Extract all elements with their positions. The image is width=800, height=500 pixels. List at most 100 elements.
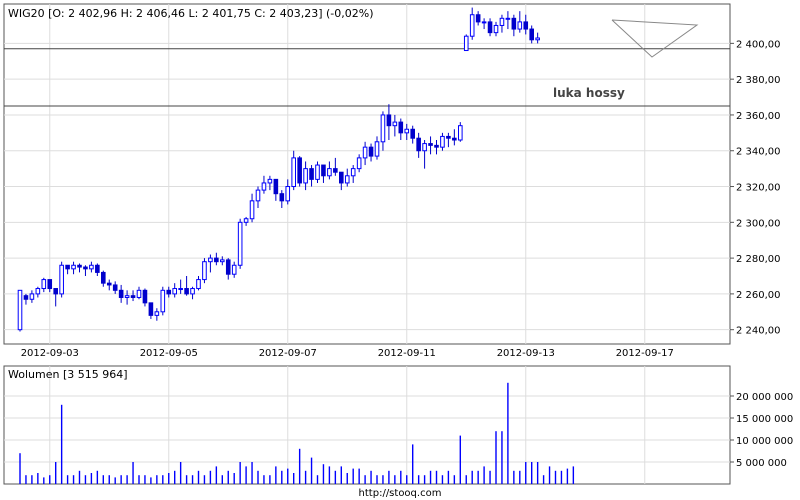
candle-up [493, 24, 499, 34]
candle-up [160, 289, 166, 313]
x-tick-label: 2012-09-11 [378, 348, 436, 359]
candle-down [333, 168, 338, 173]
candle-down [279, 193, 285, 202]
volume-tick-label: 5 000 000 [736, 458, 787, 469]
candle-up [71, 264, 76, 270]
candle-up [404, 128, 410, 134]
candle-down [434, 144, 439, 148]
volume-panel-frame [3, 365, 731, 485]
candle-down [225, 259, 231, 275]
candle-down [452, 137, 457, 141]
candle-up [303, 168, 308, 184]
candle-down [47, 279, 53, 290]
price-tick-label: 2 400,00 [736, 39, 781, 50]
x-tick-label: 2012-09-03 [21, 348, 79, 359]
candle-down [416, 137, 421, 152]
chart-canvas: 2 240,00 2 260,00 2 280,00 2 300,00 2 320,00… [3, 3, 793, 499]
candle-down [23, 295, 29, 300]
candle-up [374, 141, 380, 157]
candle-up [356, 157, 362, 170]
candle-up [362, 146, 368, 159]
candle-down [142, 289, 148, 304]
volume-y-tick-labels: 5 000 000 10 000 000 15 000 000 20 000 000 [736, 392, 793, 469]
footer-link[interactable]: http://stooq.com [359, 488, 442, 499]
candle-up [422, 143, 427, 152]
candle-up [458, 125, 463, 141]
candle-down [273, 178, 279, 195]
candle-up [136, 289, 142, 298]
candle-down [148, 302, 154, 316]
candle-down [410, 128, 415, 139]
candle-up [17, 289, 23, 331]
candle-up [380, 114, 386, 143]
candle-up [202, 261, 207, 281]
stooq-chart-widget: 2 240,00 2 260,00 2 280,00 2 300,00 2 320,00… [0, 0, 800, 500]
quote-header: WIG20 [O: 2 402,96 H: 2 406,46 L: 2 401,… [8, 7, 374, 20]
candle-up [196, 279, 201, 290]
candle-up [481, 21, 487, 24]
candle-up [291, 157, 296, 188]
x-tick-labels: 2012-09-03 2012-09-05 2012-09-07 2012-09-11… [21, 348, 674, 359]
gap-annotation: luka hossy [553, 86, 625, 100]
candle-down [475, 14, 481, 23]
candle-down [83, 266, 88, 270]
price-tick-label: 2 380,00 [736, 75, 781, 86]
candle-up [231, 264, 237, 275]
price-tick-label: 2 340,00 [736, 147, 781, 158]
candle-up [59, 264, 64, 295]
candle-up [243, 218, 249, 223]
candle-up [89, 264, 94, 270]
candle-down [65, 264, 70, 270]
candle-down [95, 264, 100, 273]
candle-down [428, 143, 433, 146]
price-tick-label: 2 360,00 [736, 111, 781, 122]
candle-up [315, 164, 320, 180]
volume-tick-label: 15 000 000 [736, 414, 793, 425]
volume-tick-label: 10 000 000 [736, 436, 793, 447]
candle-down [511, 17, 517, 30]
candle-down [118, 289, 124, 298]
candle-up [327, 168, 332, 177]
candle-down [77, 264, 82, 268]
x-tick-label: 2012-09-05 [140, 348, 198, 359]
candle-down [53, 288, 59, 295]
candle-up [505, 17, 511, 20]
x-tick-label: 2012-09-17 [616, 348, 674, 359]
candle-up [172, 288, 177, 295]
price-y-tick-labels: 2 240,00 2 260,00 2 280,00 2 300,00 2 320,00… [736, 39, 781, 336]
candle-up [469, 14, 475, 37]
x-tick-label: 2012-09-13 [497, 348, 555, 359]
candle-up [190, 288, 195, 295]
candle-up [499, 17, 505, 26]
candle-up [517, 21, 523, 30]
candle-down [529, 28, 535, 41]
x-tick-label: 2012-09-07 [259, 348, 317, 359]
candle-down [523, 21, 529, 30]
candle-down [321, 164, 326, 177]
candle-up [267, 178, 273, 184]
candle-up [285, 186, 291, 202]
candle-down [398, 121, 404, 134]
candle-down [130, 295, 136, 298]
candle-up [440, 135, 445, 148]
candle-down [487, 21, 493, 34]
candle-up [350, 168, 356, 177]
candle-up [249, 200, 255, 220]
candle-up [208, 257, 213, 263]
price-panel-frame [3, 3, 731, 345]
candle-up [220, 259, 225, 263]
candle-down [297, 157, 302, 184]
candle-up [344, 175, 350, 184]
candle-up [463, 35, 469, 52]
candle-down [368, 146, 374, 157]
candle-down [309, 168, 314, 180]
candle-down [112, 284, 118, 291]
volume-header: Wolumen [3 515 964] [8, 368, 128, 381]
candle-down [166, 289, 172, 295]
candle-up [535, 37, 540, 41]
candle-down [184, 288, 189, 295]
candle-up [154, 311, 160, 316]
candle-down [101, 271, 106, 284]
candle-down [446, 135, 451, 139]
candle-up [178, 288, 183, 291]
